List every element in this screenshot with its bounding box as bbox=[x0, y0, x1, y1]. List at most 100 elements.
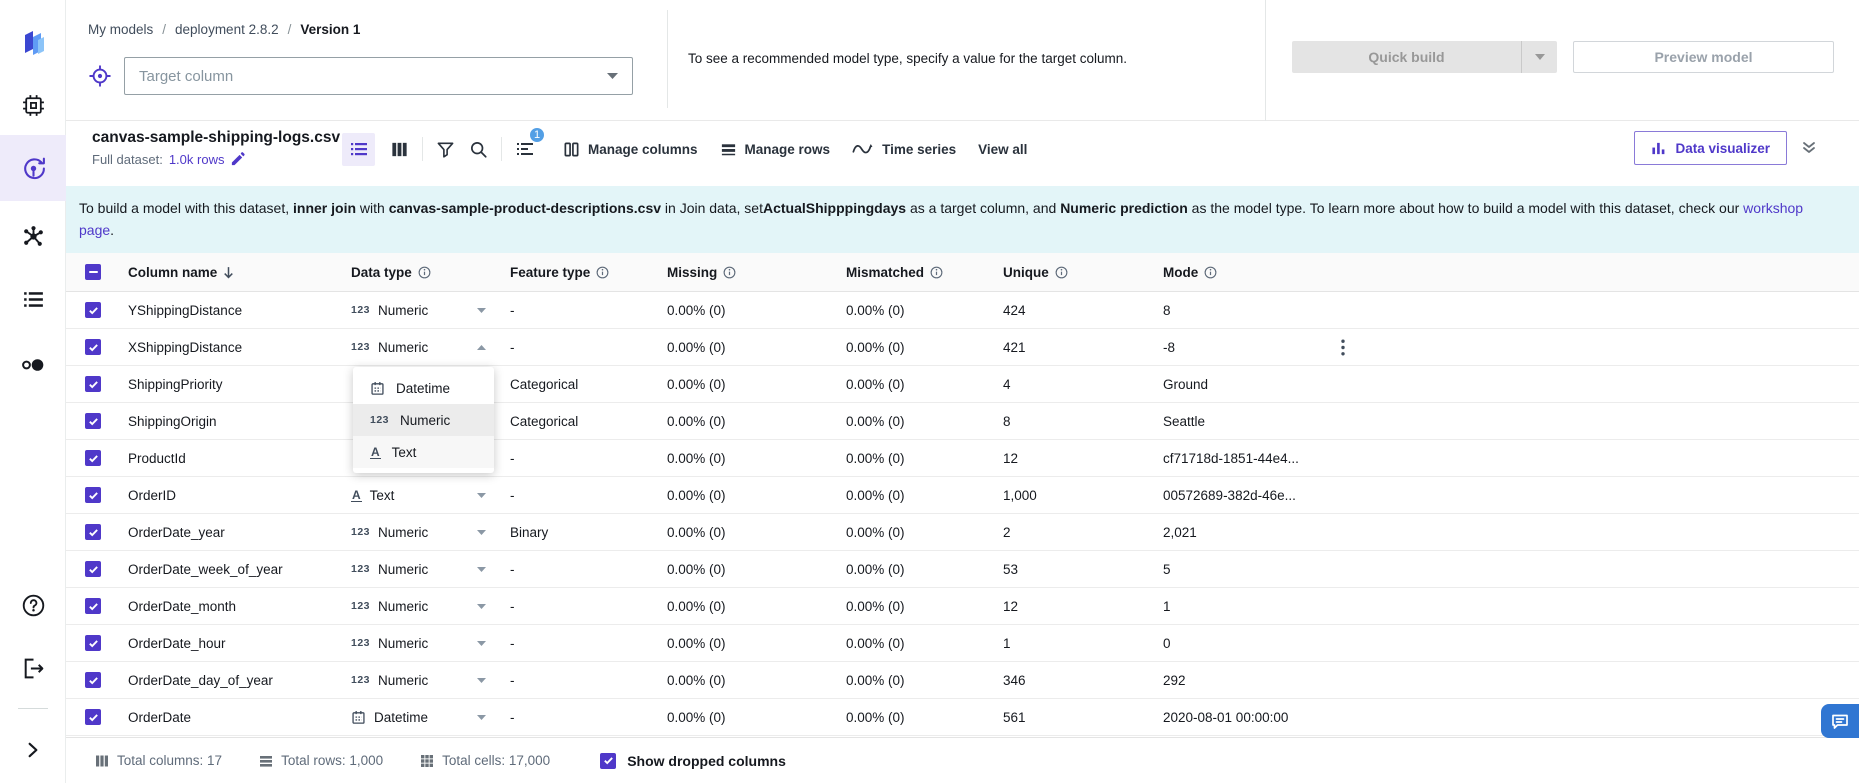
mode-cell: 1 bbox=[1163, 599, 1333, 614]
column-header-feature-type[interactable]: Feature type bbox=[510, 265, 667, 280]
data-type-select[interactable]: 123Numeric bbox=[351, 562, 510, 577]
row-checkbox[interactable] bbox=[66, 524, 128, 540]
data-type-select[interactable]: 123Numeric bbox=[351, 673, 510, 688]
list-view-button[interactable] bbox=[342, 133, 375, 166]
column-header-column-name[interactable]: Column name bbox=[128, 265, 351, 280]
data-type-select[interactable]: AText bbox=[351, 488, 510, 503]
mode-cell: 2020-08-01 00:00:00 bbox=[1163, 710, 1333, 725]
dataset-table: Column nameData typeFeature typeMissingM… bbox=[66, 253, 1859, 736]
manage-columns-icon bbox=[563, 141, 580, 158]
view-all-button[interactable]: View all bbox=[978, 142, 1027, 157]
missing-cell: 0.00% (0) bbox=[667, 710, 846, 725]
dataset-filename: canvas-sample-shipping-logs.csv bbox=[92, 129, 340, 147]
column-header-mode[interactable]: Mode bbox=[1163, 265, 1333, 280]
feature-type-cell: - bbox=[510, 673, 667, 688]
row-checkbox[interactable] bbox=[66, 598, 128, 614]
rows-count-link[interactable]: 1.0k rows bbox=[169, 152, 225, 167]
header-divider bbox=[667, 10, 668, 108]
quick-build-button[interactable]: Quick build bbox=[1292, 41, 1557, 73]
sidebar-item-my-models[interactable] bbox=[0, 135, 66, 201]
table-row-ShippingPriority: ShippingPriorityCategorical0.00% (0)0.00… bbox=[66, 366, 1859, 403]
breadcrumb-my-models[interactable]: My models bbox=[88, 22, 153, 37]
feature-type-cell: - bbox=[510, 340, 667, 355]
missing-cell: 0.00% (0) bbox=[667, 636, 846, 651]
column-header-data-type[interactable]: Data type bbox=[351, 265, 510, 280]
chat-button[interactable] bbox=[1821, 704, 1859, 738]
manage-rows-button[interactable]: Manage rows bbox=[720, 141, 831, 158]
banner-text: To build a model with this dataset, inne… bbox=[79, 197, 1819, 241]
search-icon bbox=[469, 140, 488, 159]
filter-button[interactable] bbox=[429, 133, 462, 166]
info-icon-button[interactable] bbox=[1204, 266, 1217, 279]
header-divider bbox=[1265, 0, 1266, 121]
missing-cell: 0.00% (0) bbox=[667, 414, 846, 429]
missing-cell: 0.00% (0) bbox=[667, 599, 846, 614]
help-button[interactable] bbox=[0, 593, 66, 618]
select-all-checkbox[interactable] bbox=[66, 264, 128, 280]
info-icon-button[interactable] bbox=[930, 266, 943, 279]
manage-columns-button[interactable]: Manage columns bbox=[563, 141, 698, 158]
column-header-missing[interactable]: Missing bbox=[667, 265, 846, 280]
show-dropped-label: Show dropped columns bbox=[627, 753, 786, 769]
preview-model-button[interactable]: Preview model bbox=[1573, 41, 1834, 73]
search-button[interactable] bbox=[462, 133, 495, 166]
time-series-button[interactable]: Time series bbox=[852, 141, 956, 157]
sidebar-item-automations[interactable] bbox=[0, 224, 66, 249]
collapse-panel-button[interactable] bbox=[1801, 140, 1817, 156]
target-column-select[interactable]: Target column bbox=[124, 57, 633, 95]
quick-build-label: Quick build bbox=[1292, 41, 1521, 73]
edit-sample-icon[interactable] bbox=[230, 152, 245, 167]
type-option-text[interactable]: AText bbox=[353, 436, 494, 468]
indeterminate-icon bbox=[89, 271, 98, 274]
column-header-mismatched[interactable]: Mismatched bbox=[846, 265, 1003, 280]
column-view-button[interactable] bbox=[383, 133, 416, 166]
data-type-select[interactable]: 123Numeric bbox=[351, 303, 510, 318]
sidebar-item-list[interactable] bbox=[0, 287, 66, 312]
mode-cell: -8 bbox=[1163, 340, 1333, 355]
data-type-select[interactable]: 123Numeric bbox=[351, 599, 510, 614]
data-visualizer-button[interactable]: Data visualizer bbox=[1634, 131, 1787, 165]
table-header-row: Column nameData typeFeature typeMissingM… bbox=[66, 253, 1859, 292]
table-row-OrderDate_year: OrderDate_year123NumericBinary0.00% (0)0… bbox=[66, 514, 1859, 551]
info-icon bbox=[1055, 266, 1068, 279]
row-checkbox[interactable] bbox=[66, 450, 128, 466]
row-actions-button[interactable] bbox=[1333, 335, 1353, 360]
logout-button[interactable] bbox=[0, 656, 66, 681]
info-icon-button[interactable] bbox=[723, 266, 736, 279]
sidebar-item-datasets[interactable] bbox=[0, 93, 66, 118]
row-checkbox[interactable] bbox=[66, 709, 128, 725]
row-checkbox[interactable] bbox=[66, 339, 128, 355]
data-type-select[interactable]: 123Numeric bbox=[351, 636, 510, 651]
toolbar-divider bbox=[501, 137, 502, 161]
mismatched-cell: 0.00% (0) bbox=[846, 414, 1003, 429]
sidebar-expand-button[interactable] bbox=[0, 741, 66, 759]
full-dataset-label: Full dataset: bbox=[92, 152, 163, 167]
data-type-select[interactable]: Datetime bbox=[351, 710, 510, 725]
quick-build-dropdown[interactable] bbox=[1521, 41, 1557, 73]
data-type-select[interactable]: 123Numeric bbox=[351, 340, 510, 355]
info-icon-button[interactable] bbox=[1055, 266, 1068, 279]
row-checkbox[interactable] bbox=[66, 635, 128, 651]
sort-button[interactable]: 1 bbox=[508, 133, 541, 166]
row-checkbox[interactable] bbox=[66, 672, 128, 688]
row-checkbox[interactable] bbox=[66, 376, 128, 392]
list-icon bbox=[21, 287, 46, 312]
row-checkbox[interactable] bbox=[66, 487, 128, 503]
sidebar-item-shapes[interactable] bbox=[0, 352, 66, 378]
type-option-numeric[interactable]: 123Numeric bbox=[353, 404, 494, 436]
row-checkbox[interactable] bbox=[66, 561, 128, 577]
columns-icon bbox=[95, 754, 109, 768]
column-header-unique[interactable]: Unique bbox=[1003, 265, 1163, 280]
info-icon-button[interactable] bbox=[596, 266, 609, 279]
show-dropped-columns-toggle[interactable]: Show dropped columns bbox=[600, 753, 786, 769]
data-type-select[interactable]: 123Numeric bbox=[351, 525, 510, 540]
column-name-cell: ShippingPriority bbox=[128, 377, 351, 392]
show-dropped-checkbox[interactable] bbox=[600, 753, 616, 769]
mismatched-cell: 0.00% (0) bbox=[846, 303, 1003, 318]
type-option-datetime[interactable]: Datetime bbox=[353, 372, 494, 404]
row-checkbox[interactable] bbox=[66, 413, 128, 429]
info-icon-button[interactable] bbox=[418, 266, 431, 279]
mismatched-cell: 0.00% (0) bbox=[846, 525, 1003, 540]
row-checkbox[interactable] bbox=[66, 302, 128, 318]
breadcrumb-deployment[interactable]: deployment 2.8.2 bbox=[175, 22, 279, 37]
